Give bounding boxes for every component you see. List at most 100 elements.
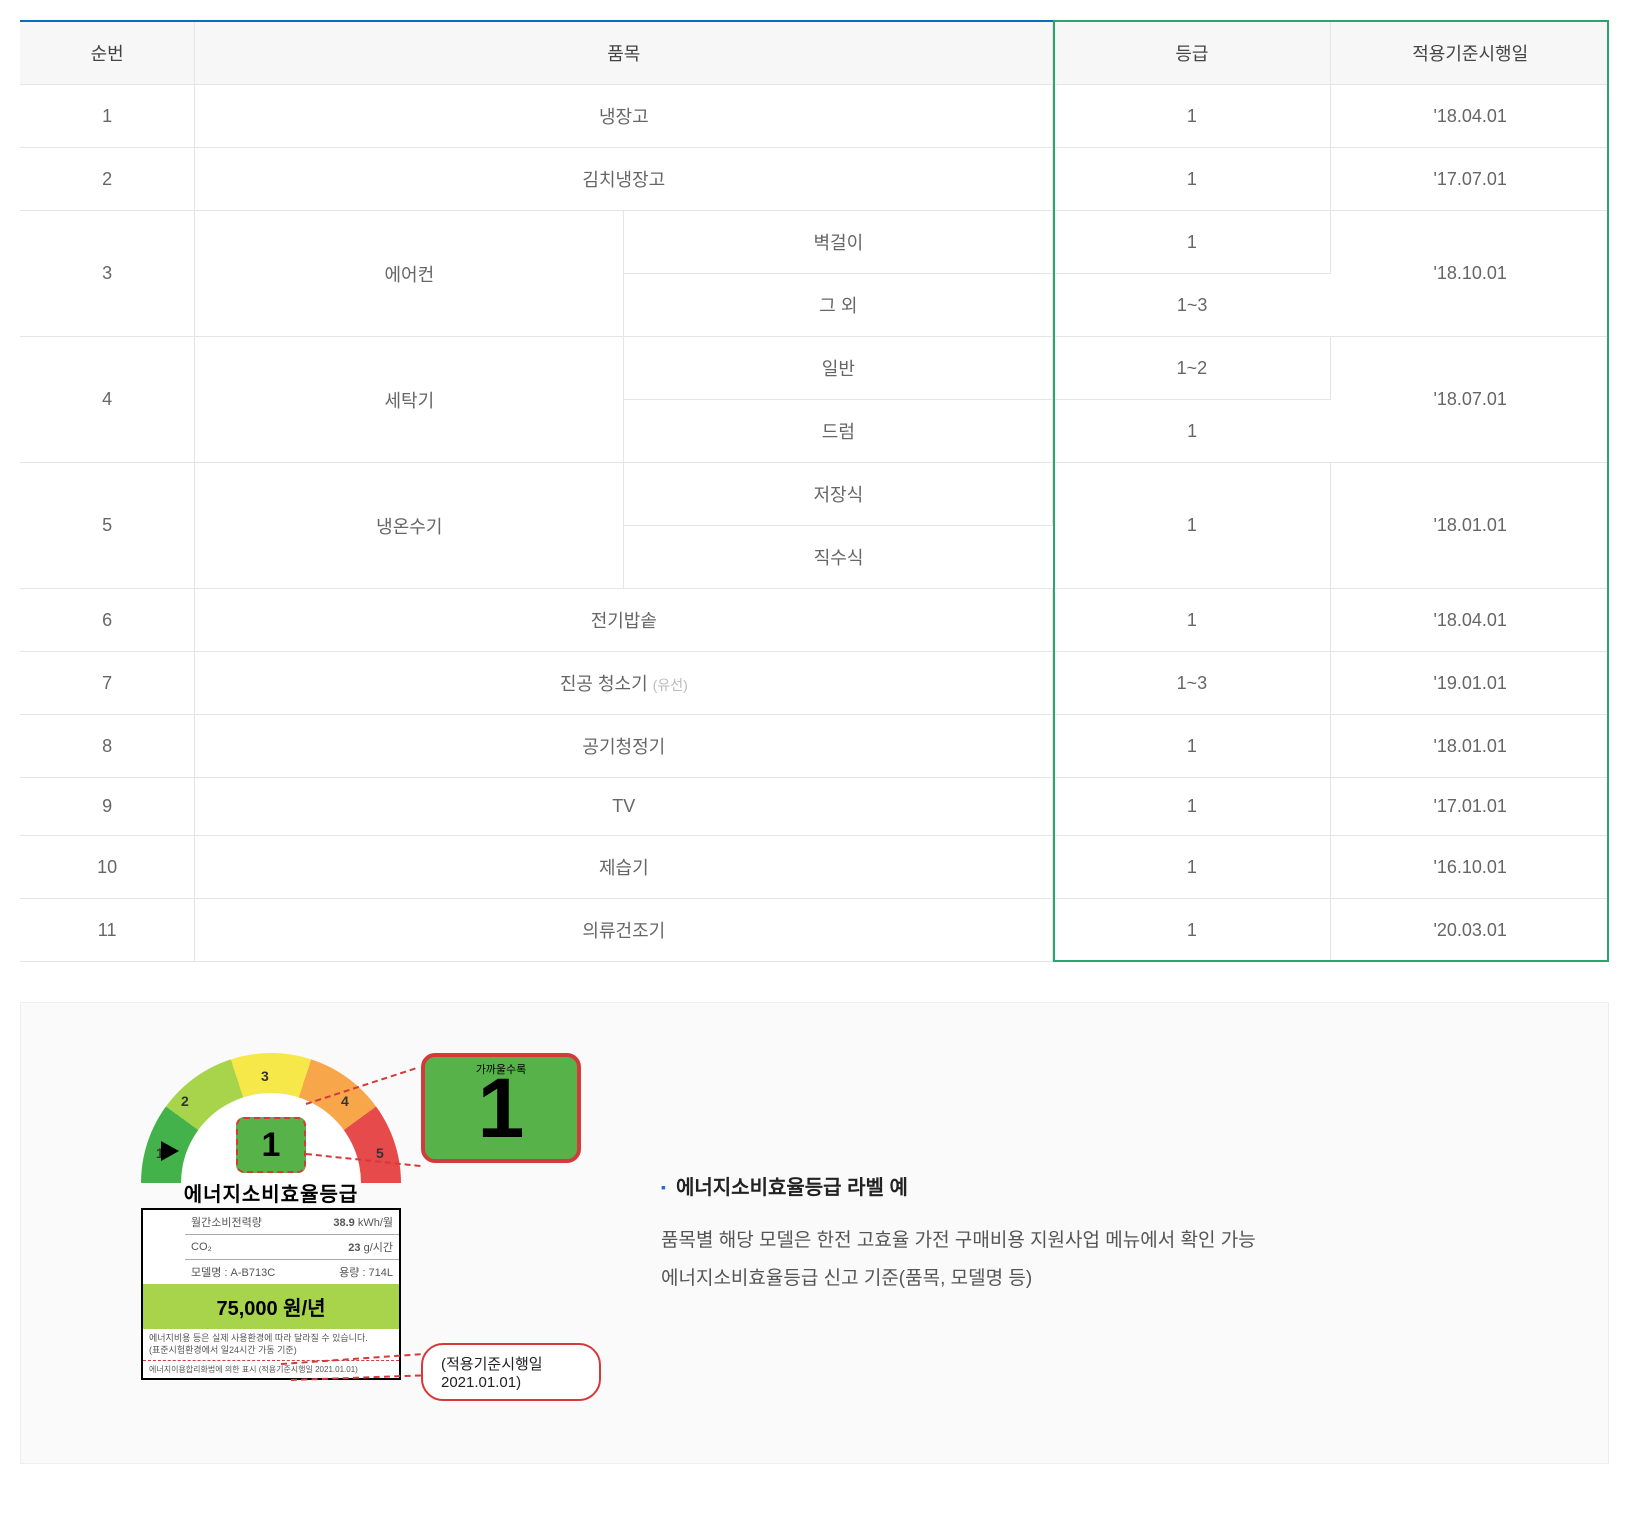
cell-num: 1: [20, 85, 195, 148]
cell-item: 전기밥솥: [195, 589, 1053, 652]
gauge-tick-3: 3: [261, 1068, 269, 1084]
label-row-unit: g/시간: [364, 1242, 393, 1254]
cell-date: '19.01.01: [1331, 652, 1609, 715]
cell-item: TV: [195, 778, 1053, 836]
energy-label-image: 1 2 3 4 5 1 가까울수록 1 에너지소비효율등급 KC 월간소비전력량…: [81, 1043, 601, 1423]
cell-item: 김치냉장고: [195, 148, 1053, 211]
label-footnote: 에너지비용 등은 실제 사용환경에 따라 달라질 수 있습니다. (표준시험환경…: [143, 1329, 399, 1360]
label-row: 월간소비전력량 38.9 kWh/월: [185, 1210, 399, 1235]
cell-subitem: 일반: [624, 337, 1053, 400]
cell-num: 3: [20, 211, 195, 337]
cell-item: 공기청정기: [195, 715, 1053, 778]
cell-date: '18.04.01: [1331, 85, 1609, 148]
table-row: 6 전기밥솥 1 '18.04.01: [20, 589, 1609, 652]
gauge-tick-2: 2: [181, 1093, 189, 1109]
cell-grade: 1: [1053, 85, 1331, 148]
desc-line: 에너지소비효율등급 신고 기준(품목, 모델명 등): [661, 1260, 1548, 1298]
cell-num: 8: [20, 715, 195, 778]
cell-subitem: 직수식: [624, 526, 1053, 589]
label-row-value: 23: [348, 1242, 360, 1254]
grade-table-container: 순번 품목 등급 적용기준시행일 1 냉장고 1 '18.04.01 2 김치냉…: [20, 20, 1609, 962]
label-row: CO₂ 23 g/시간: [185, 1235, 399, 1260]
table-row: 8 공기청정기 1 '18.01.01: [20, 715, 1609, 778]
label-row-label: 월간소비전력량: [191, 1214, 262, 1230]
cell-date: '18.07.01: [1331, 337, 1609, 463]
label-example-section: 1 2 3 4 5 1 가까울수록 1 에너지소비효율등급 KC 월간소비전력량…: [20, 1002, 1609, 1464]
cell-grade: 1: [1053, 148, 1331, 211]
cell-grade: 1: [1053, 589, 1331, 652]
gauge-tick-5: 5: [376, 1145, 384, 1161]
cell-item: 에어컨: [195, 211, 624, 337]
gauge-tick-4: 4: [341, 1093, 349, 1109]
cell-grade: 1: [1053, 463, 1331, 589]
cell-date: '18.04.01: [1331, 589, 1609, 652]
cell-num: 9: [20, 778, 195, 836]
cell-grade: 1~3: [1053, 652, 1331, 715]
table-row: 3 에어컨 벽걸이 1 '18.10.01: [20, 211, 1609, 274]
cell-num: 10: [20, 836, 195, 899]
label-row-value: 38.9: [333, 1217, 354, 1229]
label-title: 에너지소비효율등급: [161, 1178, 381, 1207]
desc-line: 품목별 해당 모델은 한전 고효율 가전 구매비용 지원사업 메뉴에서 확인 가…: [661, 1222, 1548, 1260]
cell-grade: 1: [1053, 400, 1331, 463]
label-row-label: 모델명 : A-B713C: [191, 1264, 275, 1280]
col-date: 적용기준시행일: [1331, 21, 1609, 85]
cell-subitem: 드럼: [624, 400, 1053, 463]
table-row: 10 제습기 1 '16.10.01: [20, 836, 1609, 899]
table-row: 2 김치냉장고 1 '17.07.01: [20, 148, 1609, 211]
table-row: 9 TV 1 '17.01.01: [20, 778, 1609, 836]
zoom-grade-badge: 가까울수록 1: [421, 1053, 581, 1163]
cell-item: 제습기: [195, 836, 1053, 899]
cell-date: '18.01.01: [1331, 715, 1609, 778]
desc-heading: 에너지소비효율등급 라벨 예: [661, 1168, 1548, 1208]
cell-grade: 1: [1053, 778, 1331, 836]
cell-num: 11: [20, 899, 195, 962]
cell-grade: 1~2: [1053, 337, 1331, 400]
label-row-label: CO₂: [191, 1241, 212, 1253]
cell-subitem: 저장식: [624, 463, 1053, 526]
table-header-row: 순번 품목 등급 적용기준시행일: [20, 21, 1609, 85]
cell-subitem: 벽걸이: [624, 211, 1053, 274]
table-row: 5 냉온수기 저장식 1 '18.01.01: [20, 463, 1609, 526]
cell-item: 세탁기: [195, 337, 624, 463]
label-row: 모델명 : A-B713C 용량 : 714L: [185, 1260, 399, 1284]
cell-grade: 1: [1053, 899, 1331, 962]
cell-date: '17.07.01: [1331, 148, 1609, 211]
cell-grade: 1: [1053, 715, 1331, 778]
col-grade: 등급: [1053, 21, 1331, 85]
col-num: 순번: [20, 21, 195, 85]
apply-date-pill: (적용기준시행일 2021.01.01): [421, 1343, 601, 1401]
cell-grade: 1: [1053, 836, 1331, 899]
gauge-grade-badge: 1: [236, 1117, 306, 1173]
cell-item: 진공 청소기 (유선): [195, 652, 1053, 715]
cell-grade: 1: [1053, 211, 1331, 274]
cell-item: 냉장고: [195, 85, 1053, 148]
note-small: (유선): [653, 677, 688, 693]
cell-num: 5: [20, 463, 195, 589]
col-item: 품목: [195, 21, 1053, 85]
label-annual-cost: 75,000 원/년: [143, 1284, 399, 1329]
zoom-caption: 가까울수록: [425, 1061, 577, 1077]
cell-num: 4: [20, 337, 195, 463]
cell-num: 6: [20, 589, 195, 652]
label-row-value: 용량 : 714L: [339, 1264, 393, 1280]
gauge-arrow-icon: [161, 1141, 179, 1161]
cell-date: '20.03.01: [1331, 899, 1609, 962]
cell-date: '17.01.01: [1331, 778, 1609, 836]
cell-item: 냉온수기: [195, 463, 624, 589]
cell-date: '16.10.01: [1331, 836, 1609, 899]
cell-subitem: 그 외: [624, 274, 1053, 337]
label-row-unit: kWh/월: [358, 1217, 393, 1229]
label-body: 월간소비전력량 38.9 kWh/월 CO₂ 23 g/시간 모델명 : A-B…: [141, 1208, 401, 1380]
grade-table: 순번 품목 등급 적용기준시행일 1 냉장고 1 '18.04.01 2 김치냉…: [20, 20, 1609, 962]
cell-item: 의류건조기: [195, 899, 1053, 962]
table-row: 4 세탁기 일반 1~2 '18.07.01: [20, 337, 1609, 400]
cell-date: '18.01.01: [1331, 463, 1609, 589]
cell-num: 2: [20, 148, 195, 211]
label-description: 에너지소비효율등급 라벨 예 품목별 해당 모델은 한전 고효율 가전 구매비용…: [661, 1168, 1548, 1298]
cell-num: 7: [20, 652, 195, 715]
table-row: 11 의류건조기 1 '20.03.01: [20, 899, 1609, 962]
cell-date: '18.10.01: [1331, 211, 1609, 337]
table-row: 7 진공 청소기 (유선) 1~3 '19.01.01: [20, 652, 1609, 715]
cell-grade: 1~3: [1053, 274, 1331, 337]
